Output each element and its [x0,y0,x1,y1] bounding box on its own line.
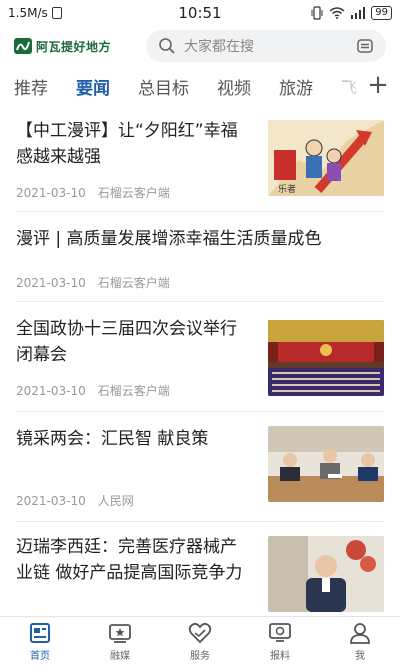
conference-hall-thumbnail[interactable] [268,320,384,396]
speaker-portrait-thumbnail[interactable] [268,536,384,612]
add-channel-button[interactable]: + [366,72,390,100]
status-left: 1.5M/s [8,6,62,20]
news-source: 石榴云客户端 [97,276,170,290]
vibrate-icon [311,6,323,20]
news-meta: 2021-03-10 石榴云客户端 [16,274,170,291]
bottom-nav: 首页 融媒 服务 报料 我 [0,616,400,666]
home-icon [30,622,50,643]
app-logo[interactable]: 阿瓦提好地方 [14,38,134,55]
logo-text: 阿瓦提好地方 [36,39,112,54]
nav-home[interactable]: 首页 [0,617,80,666]
status-bar: 1.5M/s 10:51 99 [0,0,400,26]
nav-label: 报料 [270,650,290,662]
cartoon-image: 乐者 [268,120,384,196]
sim-icon [51,7,62,19]
search-bar[interactable]: 大家都在搜 [146,30,386,62]
nav-label: 首页 [30,650,50,662]
nav-me[interactable]: 我 [320,617,400,666]
svg-text:乐者: 乐者 [278,183,296,194]
news-title[interactable]: 迈瑞李西廷：完善医疗器械产业链 做好产品提高国际竞争力 [16,534,252,586]
nav-label: 融媒 [110,650,130,662]
tab-recommend[interactable]: 推荐 [14,74,48,99]
speaker-image [268,536,384,612]
nav-media[interactable]: 融媒 [80,617,160,666]
news-source: 石榴云客户端 [97,384,170,398]
news-title[interactable]: 镜采两会：汇民智 献良策 [16,426,252,452]
wifi-icon [329,7,345,19]
news-meta: 2021-03-10 人民网 [16,492,134,509]
media-icon [109,623,131,643]
nav-service[interactable]: 服务 [160,617,240,666]
signal-icon [351,7,366,19]
meeting-room-thumbnail[interactable] [268,426,384,502]
meeting-image [268,426,384,502]
app-header: 阿瓦提好地方 大家都在搜 [0,28,400,64]
search-icon [159,38,175,54]
news-title[interactable]: 【中工漫评】让“夕阳红”幸福感越来越强 [16,118,252,170]
user-icon [350,622,370,644]
news-title[interactable]: 全国政协十三届四次会议举行闭幕会 [16,316,252,368]
news-item[interactable]: 漫评 | 高质量发展增添幸福生活质量成色 2021-03-10 石榴云客户端 [16,212,384,302]
news-date: 2021-03-10 [16,186,86,200]
news-date: 2021-03-10 [16,494,86,508]
channel-tabs: 推荐 要闻 总目标 视频 旅游 飞 + [0,68,400,104]
status-right: 99 [311,6,392,20]
news-date: 2021-03-10 [16,384,86,398]
news-meta: 2021-03-10 石榴云客户端 [16,382,170,399]
news-item[interactable]: 【中工漫评】让“夕阳红”幸福感越来越强 2021-03-10 石榴云客户端 乐者 [16,110,384,212]
tab-travel[interactable]: 旅游 [279,74,313,99]
news-source: 石榴云客户端 [97,186,170,200]
nav-report[interactable]: 报料 [240,617,320,666]
scan-icon[interactable] [356,37,374,55]
battery-indicator: 99 [371,6,392,20]
search-placeholder: 大家都在搜 [184,39,254,55]
tab-headlines[interactable]: 要闻 [76,74,110,99]
news-item[interactable]: 全国政协十三届四次会议举行闭幕会 2021-03-10 石榴云客户端 [16,302,384,412]
tabs-fade [338,68,368,104]
news-date: 2021-03-10 [16,276,86,290]
cartoon-elderly-thumbnail[interactable]: 乐者 [268,120,384,196]
service-icon [188,622,212,643]
tab-general-goal[interactable]: 总目标 [138,74,189,99]
news-item[interactable]: 镜采两会：汇民智 献良策 2021-03-10 人民网 [16,412,384,522]
conference-image [268,320,384,396]
news-source: 人民网 [97,494,134,508]
network-speed: 1.5M/s [8,6,48,20]
report-icon [269,622,291,642]
news-meta: 2021-03-10 石榴云客户端 [16,184,170,201]
tab-video[interactable]: 视频 [217,74,251,99]
news-title[interactable]: 漫评 | 高质量发展增添幸福生活质量成色 [16,226,384,252]
nav-label: 我 [355,650,365,662]
news-item[interactable]: 迈瑞李西廷：完善医疗器械产业链 做好产品提高国际竞争力 [16,522,384,616]
logo-mark-icon [14,38,32,54]
nav-label: 服务 [190,650,210,662]
